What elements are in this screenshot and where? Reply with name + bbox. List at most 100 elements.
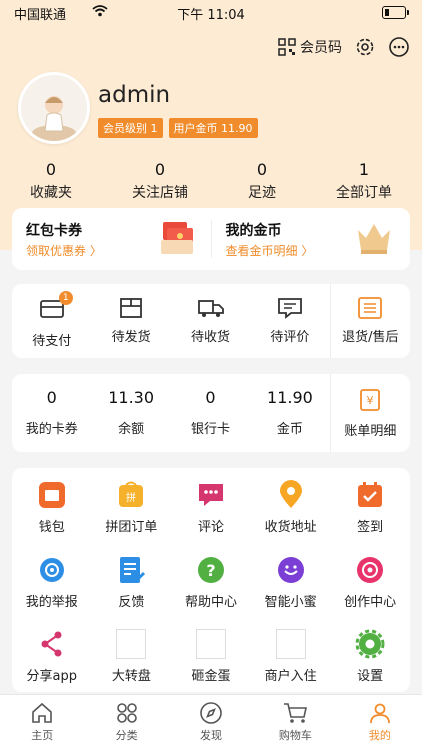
asset-label: 账单明细 bbox=[344, 424, 397, 439]
stat-followed-shops[interactable]: 0 关注店铺 bbox=[132, 160, 188, 202]
assets-card: 0 我的卡券 11.30 余额 0 银行卡 11.90 金币 ¥ 账单明细 bbox=[12, 374, 410, 452]
gear-icon[interactable] bbox=[354, 36, 376, 58]
tools-grid: 钱包 拼拼团订单 评论 收货地址 签到 我的举报 反馈 ? 帮助中心 智能小蜜 创… bbox=[12, 468, 410, 692]
order-status-label: 待收货 bbox=[191, 330, 231, 345]
home-icon bbox=[32, 702, 53, 723]
member-code-button[interactable]: 会员码 bbox=[278, 37, 342, 57]
battery-icon bbox=[382, 6, 409, 19]
stat-value: 0 bbox=[45, 160, 57, 179]
tool-smart-assistant[interactable]: 智能小蜜 bbox=[251, 543, 331, 617]
order-pending-review[interactable]: 待评价 bbox=[250, 284, 329, 358]
status-bar: 中国联通 下午 11:04 bbox=[0, 0, 422, 24]
truck-icon bbox=[197, 300, 224, 317]
profile-stats: 0 收藏夹 0 关注店铺 0 足迹 1 全部订单 bbox=[0, 160, 422, 202]
tool-label: 帮助中心 bbox=[184, 594, 237, 610]
message-icon[interactable] bbox=[388, 36, 410, 58]
tool-label: 创作中心 bbox=[344, 594, 397, 610]
tab-label: 我的 bbox=[368, 729, 391, 742]
stat-label: 全部订单 bbox=[336, 185, 392, 201]
report-icon bbox=[39, 557, 64, 582]
tab-mine[interactable]: 我的 bbox=[338, 695, 422, 751]
asset-coins[interactable]: 11.90 金币 bbox=[250, 374, 329, 452]
tool-label: 设置 bbox=[357, 669, 384, 685]
asset-label: 金币 bbox=[276, 422, 303, 437]
tool-comments[interactable]: 评论 bbox=[171, 468, 251, 542]
tool-creation-center[interactable]: 创作中心 bbox=[330, 543, 410, 617]
order-status-label: 退货/售后 bbox=[342, 330, 399, 345]
tab-home[interactable]: 主页 bbox=[0, 695, 84, 751]
coupon-title: 红包卡券 bbox=[26, 223, 82, 239]
profile-badges: 会员级别 1 用户金币 11.90 bbox=[98, 118, 258, 138]
stat-label: 足迹 bbox=[248, 185, 276, 201]
tool-label: 签到 bbox=[357, 520, 384, 535]
returns-icon bbox=[358, 297, 383, 319]
asset-balance[interactable]: 11.30 余额 bbox=[91, 374, 170, 452]
tool-label: 分享app bbox=[26, 669, 78, 685]
asset-bank-cards[interactable]: 0 银行卡 bbox=[171, 374, 250, 452]
wallet-icon-wrap: 1 bbox=[39, 291, 73, 324]
package-icon bbox=[120, 298, 143, 318]
tool-address[interactable]: 收货地址 bbox=[251, 468, 331, 542]
user-icon bbox=[369, 703, 390, 724]
tool-label: 商户入住 bbox=[264, 669, 317, 685]
tool-settings[interactable]: 设置 bbox=[330, 617, 410, 691]
tool-feedback[interactable]: 反馈 bbox=[92, 543, 172, 617]
order-pending-payment[interactable]: 1 待支付 bbox=[12, 284, 91, 358]
svg-text:¥: ¥ bbox=[367, 394, 374, 407]
stat-value: 0 bbox=[154, 160, 166, 179]
asset-value: 0 bbox=[46, 388, 57, 407]
order-pending-receipt[interactable]: 待收货 bbox=[171, 284, 250, 358]
tool-my-reports[interactable]: 我的举报 bbox=[12, 543, 92, 617]
tool-label: 收货地址 bbox=[264, 520, 317, 535]
order-pending-shipment[interactable]: 待发货 bbox=[91, 284, 170, 358]
settings-icon bbox=[355, 629, 385, 659]
asset-my-coupons[interactable]: 0 我的卡券 bbox=[12, 374, 91, 452]
red-packet-coupons[interactable]: 红包卡券 领取优惠券 〉 bbox=[12, 208, 211, 270]
avatar[interactable] bbox=[18, 72, 90, 144]
tool-check-in[interactable]: 签到 bbox=[330, 468, 410, 542]
tab-label: 分类 bbox=[115, 729, 138, 742]
tab-cart[interactable]: 购物车 bbox=[253, 695, 337, 751]
tab-label: 购物车 bbox=[278, 729, 312, 742]
pending-payment-count-badge: 1 bbox=[58, 291, 73, 305]
cart-icon bbox=[284, 703, 308, 723]
qr-code-icon bbox=[278, 38, 296, 56]
assistant-icon bbox=[277, 556, 304, 583]
coin-details-link[interactable]: 查看金币明细 〉 bbox=[226, 242, 314, 259]
asset-value: 0 bbox=[205, 388, 216, 407]
stat-value: 1 bbox=[358, 160, 370, 179]
comment-icon bbox=[198, 484, 223, 506]
feedback-icon bbox=[120, 556, 146, 583]
order-returns-aftersales[interactable]: 退货/售后 bbox=[329, 284, 410, 358]
tool-lucky-wheel[interactable]: 大转盘 bbox=[92, 617, 172, 691]
stat-label: 收藏夹 bbox=[30, 185, 72, 201]
tool-merchant-join[interactable]: 商户入住 bbox=[251, 617, 331, 691]
claim-coupon-link[interactable]: 领取优惠券 〉 bbox=[26, 242, 102, 259]
tool-label: 评论 bbox=[197, 520, 224, 535]
member-level-badge: 会员级别 1 bbox=[98, 118, 163, 138]
tool-label: 反馈 bbox=[118, 594, 145, 610]
asset-bill-details[interactable]: ¥ 账单明细 bbox=[329, 374, 410, 452]
stat-all-orders[interactable]: 1 全部订单 bbox=[336, 160, 392, 202]
creation-icon bbox=[357, 556, 384, 583]
tool-share-app[interactable]: 分享app bbox=[12, 617, 92, 691]
tab-category[interactable]: 分类 bbox=[84, 695, 168, 751]
tool-help-center[interactable]: ? 帮助中心 bbox=[171, 543, 251, 617]
my-coins[interactable]: 我的金币 查看金币明细 〉 bbox=[212, 208, 411, 270]
compass-icon bbox=[200, 702, 222, 724]
order-status-label: 待支付 bbox=[32, 334, 72, 349]
review-icon bbox=[278, 298, 302, 319]
tool-group-orders[interactable]: 拼拼团订单 bbox=[92, 468, 172, 542]
tab-discover[interactable]: 发现 bbox=[169, 695, 253, 751]
clock: 下午 11:04 bbox=[177, 8, 245, 23]
username: admin bbox=[98, 82, 171, 108]
placeholder-icon bbox=[195, 629, 226, 660]
tool-label: 智能小蜜 bbox=[264, 594, 317, 610]
tool-wallet[interactable]: 钱包 bbox=[12, 468, 92, 542]
wallet-icon bbox=[38, 482, 65, 508]
placeholder-icon bbox=[116, 629, 147, 660]
category-icon bbox=[116, 703, 137, 723]
tool-golden-egg[interactable]: 砸金蛋 bbox=[171, 617, 251, 691]
stat-footprints[interactable]: 0 足迹 bbox=[248, 160, 276, 202]
stat-favorites[interactable]: 0 收藏夹 bbox=[30, 160, 72, 202]
